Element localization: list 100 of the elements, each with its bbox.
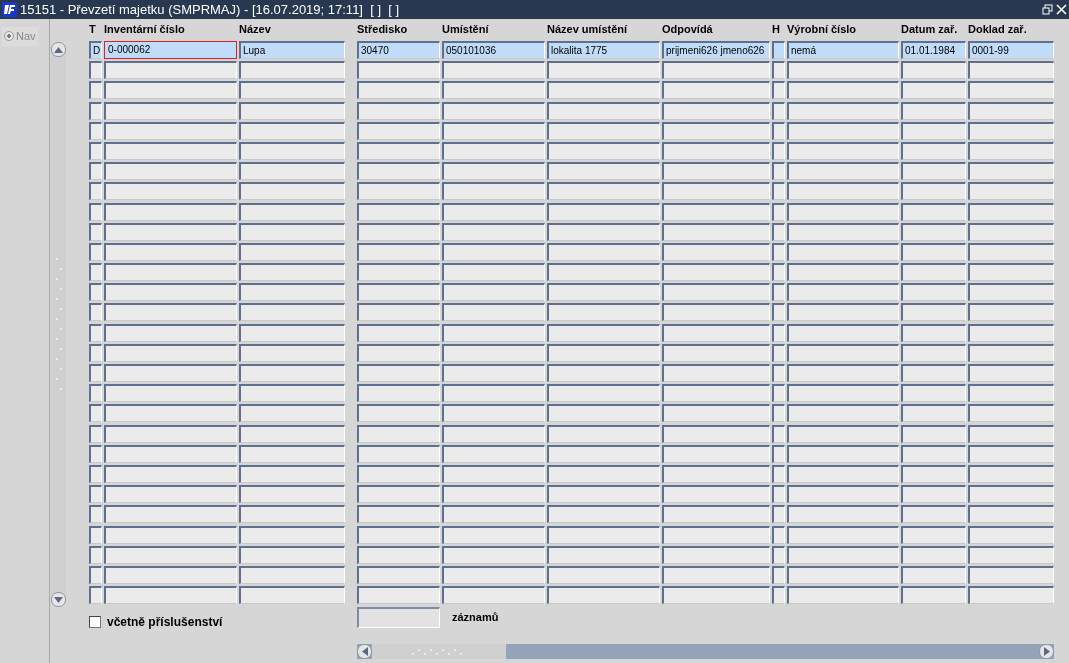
table-cell[interactable]	[442, 182, 545, 201]
table-cell[interactable]	[787, 263, 899, 282]
table-cell[interactable]	[787, 202, 899, 221]
table-cell[interactable]	[357, 505, 440, 524]
table-cell[interactable]	[547, 505, 660, 524]
table-cell[interactable]	[901, 283, 966, 302]
table-cell[interactable]	[662, 202, 770, 221]
table-cell[interactable]	[787, 464, 899, 483]
table-cell[interactable]	[547, 61, 660, 80]
table-cell[interactable]	[239, 485, 345, 504]
table-cell[interactable]	[239, 323, 345, 342]
table-cell[interactable]	[357, 586, 440, 605]
table-cell[interactable]	[662, 424, 770, 443]
table-cell[interactable]	[772, 81, 785, 100]
scroll-left-button[interactable]	[357, 644, 372, 660]
table-cell[interactable]	[662, 505, 770, 524]
table-cell[interactable]	[547, 182, 660, 201]
table-cell[interactable]	[662, 121, 770, 140]
table-cell[interactable]	[239, 141, 345, 160]
table-cell[interactable]	[239, 303, 345, 322]
table-cell[interactable]	[787, 364, 899, 382]
table-cell[interactable]	[662, 444, 770, 463]
table-cell[interactable]	[662, 384, 770, 403]
table-cell[interactable]	[357, 404, 440, 423]
table-cell[interactable]	[442, 202, 545, 221]
table-cell[interactable]	[787, 444, 899, 463]
table-cell[interactable]	[239, 444, 345, 463]
table-cell[interactable]	[104, 424, 237, 443]
table-cell[interactable]	[357, 141, 440, 160]
table-cell[interactable]	[357, 101, 440, 120]
table-cell[interactable]	[89, 323, 102, 342]
table-cell[interactable]	[104, 444, 237, 463]
table-cell[interactable]	[89, 424, 102, 443]
table-cell[interactable]	[442, 323, 545, 342]
table-cell[interactable]	[901, 81, 966, 100]
table-cell[interactable]	[442, 464, 545, 483]
table-cell[interactable]	[772, 464, 785, 483]
table-cell[interactable]	[239, 101, 345, 120]
table-cell[interactable]	[772, 222, 785, 241]
table-cell[interactable]	[901, 384, 966, 403]
table-cell[interactable]	[787, 242, 899, 261]
table-cell[interactable]	[662, 242, 770, 261]
table-cell[interactable]	[968, 565, 1054, 584]
table-cell[interactable]	[442, 525, 545, 544]
table-cell[interactable]	[901, 263, 966, 282]
table-cell[interactable]	[89, 263, 102, 282]
table-cell[interactable]	[357, 464, 440, 483]
table-cell[interactable]	[104, 283, 237, 302]
table-cell[interactable]	[662, 545, 770, 564]
table-cell[interactable]: 050101036	[442, 41, 545, 59]
table-cell[interactable]	[968, 162, 1054, 181]
scroll-right-button[interactable]	[1039, 644, 1054, 660]
table-cell[interactable]	[787, 485, 899, 504]
table-cell[interactable]	[772, 525, 785, 544]
table-cell[interactable]	[239, 586, 345, 605]
table-cell[interactable]	[89, 384, 102, 403]
table-cell[interactable]	[89, 202, 102, 221]
table-cell[interactable]	[239, 202, 345, 221]
table-cell[interactable]	[772, 545, 785, 564]
table-cell[interactable]	[442, 283, 545, 302]
table-cell[interactable]	[787, 525, 899, 544]
table-cell[interactable]	[239, 424, 345, 443]
table-cell[interactable]	[89, 61, 102, 80]
table-cell[interactable]	[772, 505, 785, 524]
table-cell[interactable]	[89, 364, 102, 382]
restore-icon[interactable]	[1042, 4, 1054, 15]
table-cell[interactable]	[968, 222, 1054, 241]
table-cell[interactable]	[968, 464, 1054, 483]
table-cell[interactable]	[357, 303, 440, 322]
table-cell[interactable]: 0-000062	[104, 41, 237, 59]
table-cell[interactable]: 0001-99	[968, 41, 1054, 59]
table-cell[interactable]	[239, 81, 345, 100]
table-cell[interactable]	[442, 505, 545, 524]
table-cell[interactable]	[89, 182, 102, 201]
table-cell[interactable]	[239, 162, 345, 181]
table-cell[interactable]	[357, 263, 440, 282]
table-cell[interactable]	[901, 141, 966, 160]
table-cell[interactable]	[968, 444, 1054, 463]
table-cell[interactable]	[662, 303, 770, 322]
table-cell[interactable]	[968, 283, 1054, 302]
table-cell[interactable]	[662, 101, 770, 120]
table-cell[interactable]	[442, 586, 545, 605]
table-cell[interactable]	[89, 222, 102, 241]
table-cell[interactable]	[104, 545, 237, 564]
table-cell[interactable]	[662, 404, 770, 423]
table-cell[interactable]	[239, 464, 345, 483]
table-cell[interactable]	[968, 141, 1054, 160]
table-cell[interactable]	[547, 121, 660, 140]
table-cell[interactable]	[787, 222, 899, 241]
table-cell[interactable]	[772, 424, 785, 443]
table-cell[interactable]	[442, 424, 545, 443]
table-cell[interactable]	[772, 141, 785, 160]
table-cell[interactable]	[104, 485, 237, 504]
table-cell[interactable]	[772, 303, 785, 322]
table-cell[interactable]	[772, 364, 785, 382]
table-cell[interactable]	[787, 303, 899, 322]
table-cell[interactable]	[89, 525, 102, 544]
table-cell[interactable]	[104, 263, 237, 282]
table-cell[interactable]	[357, 485, 440, 504]
table-cell[interactable]	[901, 525, 966, 544]
